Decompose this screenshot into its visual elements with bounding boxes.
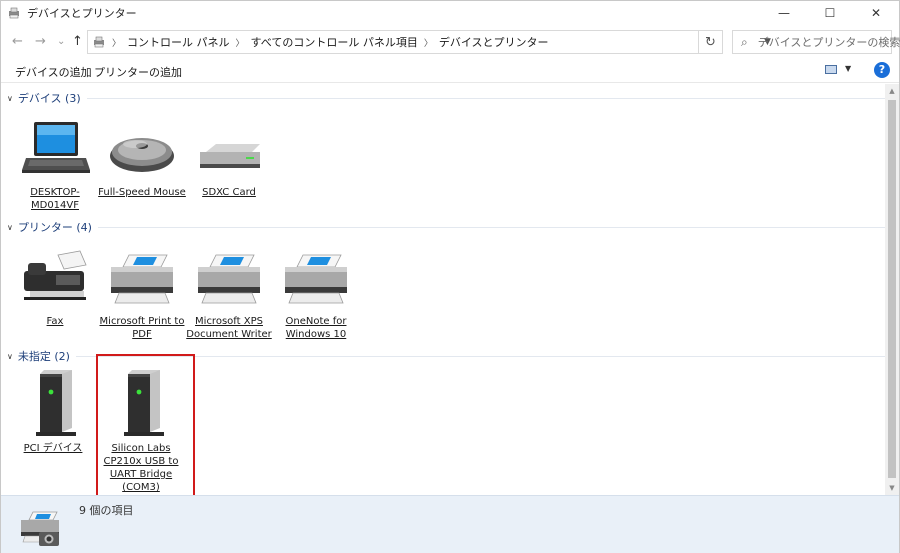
refresh-button[interactable]: ↻ <box>699 30 723 54</box>
device-label: DESKTOP-MD014VF <box>30 187 80 211</box>
search-placeholder: デバイスとプリンターの検索 <box>757 36 900 49</box>
group-divider <box>86 97 885 99</box>
group-header-printers[interactable]: ∨ プリンター (4) <box>7 219 885 235</box>
item-count: 9 個の項目 <box>79 504 134 517</box>
forward-button[interactable]: → <box>35 35 46 49</box>
chevron-down-icon[interactable]: ▼ <box>845 64 851 73</box>
printer-icon <box>198 254 260 304</box>
scroll-up-icon[interactable]: ▲ <box>885 84 899 98</box>
printer-item-onenote[interactable]: OneNote for Windows 10 <box>270 249 362 341</box>
printer-icon <box>111 254 173 304</box>
scroll-thumb[interactable] <box>888 100 896 478</box>
view-options-icon[interactable] <box>825 65 837 74</box>
printer-label: Microsoft XPS Document Writer <box>186 316 272 340</box>
window-title: デバイスとプリンター <box>27 7 137 20</box>
device-item-mouse[interactable]: Full-Speed Mouse <box>96 120 188 199</box>
title-bar: デバイスとプリンター — ☐ ✕ <box>1 1 899 25</box>
device-item-pci[interactable]: PCI デバイス <box>7 368 99 455</box>
group-title: デバイス (3) <box>17 92 81 105</box>
recent-locations-button[interactable]: ⌄ <box>57 35 65 49</box>
scroll-down-icon[interactable]: ▼ <box>885 481 899 495</box>
group-title: 未指定 (2) <box>17 350 70 363</box>
search-icon: ⌕ <box>741 34 748 49</box>
device-label: Full-Speed Mouse <box>98 187 186 198</box>
printer-item-pdf[interactable]: Microsoft Print to PDF <box>96 249 188 341</box>
printer-icon <box>285 254 347 304</box>
chevron-down-icon: ∨ <box>7 222 13 232</box>
command-bar: デバイスの追加 プリンターの追加 ▼ ? <box>1 59 899 83</box>
chevron-down-icon: ∨ <box>7 93 13 103</box>
chevron-down-icon: ∨ <box>7 351 13 361</box>
printer-item-fax[interactable]: Fax <box>9 249 101 328</box>
maximize-button[interactable]: ☐ <box>807 1 853 25</box>
device-label: SDXC Card <box>202 187 256 198</box>
printer-item-xps[interactable]: Microsoft XPS Document Writer <box>183 249 275 341</box>
selection-highlight-box <box>96 354 195 495</box>
device-item-laptop[interactable]: DESKTOP-MD014VF <box>9 120 101 212</box>
add-device-button[interactable]: デバイスの追加 <box>15 64 92 80</box>
devices-printers-icon <box>9 7 19 19</box>
fax-icon <box>24 250 87 300</box>
details-pane: 9 個の項目 <box>1 495 899 553</box>
printer-label: OneNote for Windows 10 <box>285 316 347 340</box>
search-input[interactable]: ⌕ デバイスとプリンターの検索 <box>732 30 900 54</box>
mouse-icon <box>110 138 174 172</box>
drive-icon <box>200 144 260 168</box>
add-printer-button[interactable]: プリンターの追加 <box>94 64 182 80</box>
up-button[interactable]: ↑ <box>72 35 83 49</box>
group-divider <box>75 355 885 357</box>
tower-device-icon <box>36 370 76 436</box>
breadcrumb-all-items[interactable]: すべてのコントロール パネル項目 <box>251 34 418 50</box>
breadcrumb-separator-icon: 〉 <box>235 38 245 49</box>
back-button[interactable]: ← <box>12 35 23 49</box>
minimize-button[interactable]: — <box>761 1 807 25</box>
device-label: PCI デバイス <box>23 443 83 454</box>
breadcrumb-separator-icon: 〉 <box>423 38 433 49</box>
group-title: プリンター (4) <box>17 221 92 234</box>
breadcrumb-separator-icon: 〉 <box>112 38 122 49</box>
group-divider <box>97 226 885 228</box>
breadcrumb-devices-printers[interactable]: デバイスとプリンター <box>439 34 549 50</box>
items-view: ∨ デバイス (3) DESKTOP-MD014VF Full-Speed Mo… <box>1 84 885 495</box>
devices-and-printers-window: デバイスとプリンター — ☐ ✕ ← → ⌄ ↑ 〉 コントロール パネル 〉 … <box>0 0 900 553</box>
close-button[interactable]: ✕ <box>853 1 899 25</box>
group-header-devices[interactable]: ∨ デバイス (3) <box>7 90 885 106</box>
address-bar[interactable]: 〉 コントロール パネル 〉 すべてのコントロール パネル項目 〉 デバイスとプ… <box>87 30 771 54</box>
breadcrumb-control-panel[interactable]: コントロール パネル <box>127 34 230 50</box>
printer-label: Microsoft Print to PDF <box>99 316 185 340</box>
help-button[interactable]: ? <box>874 62 890 78</box>
vertical-scrollbar[interactable]: ▲ ▼ <box>885 84 899 495</box>
devices-printers-large-icon <box>21 511 59 546</box>
address-row: ← → ⌄ ↑ 〉 コントロール パネル 〉 すべてのコントロール パネル項目 … <box>1 28 900 56</box>
printer-label: Fax <box>46 316 64 327</box>
laptop-icon <box>22 122 90 173</box>
device-item-sdxc[interactable]: SDXC Card <box>183 120 275 199</box>
control-panel-icon <box>94 36 104 48</box>
